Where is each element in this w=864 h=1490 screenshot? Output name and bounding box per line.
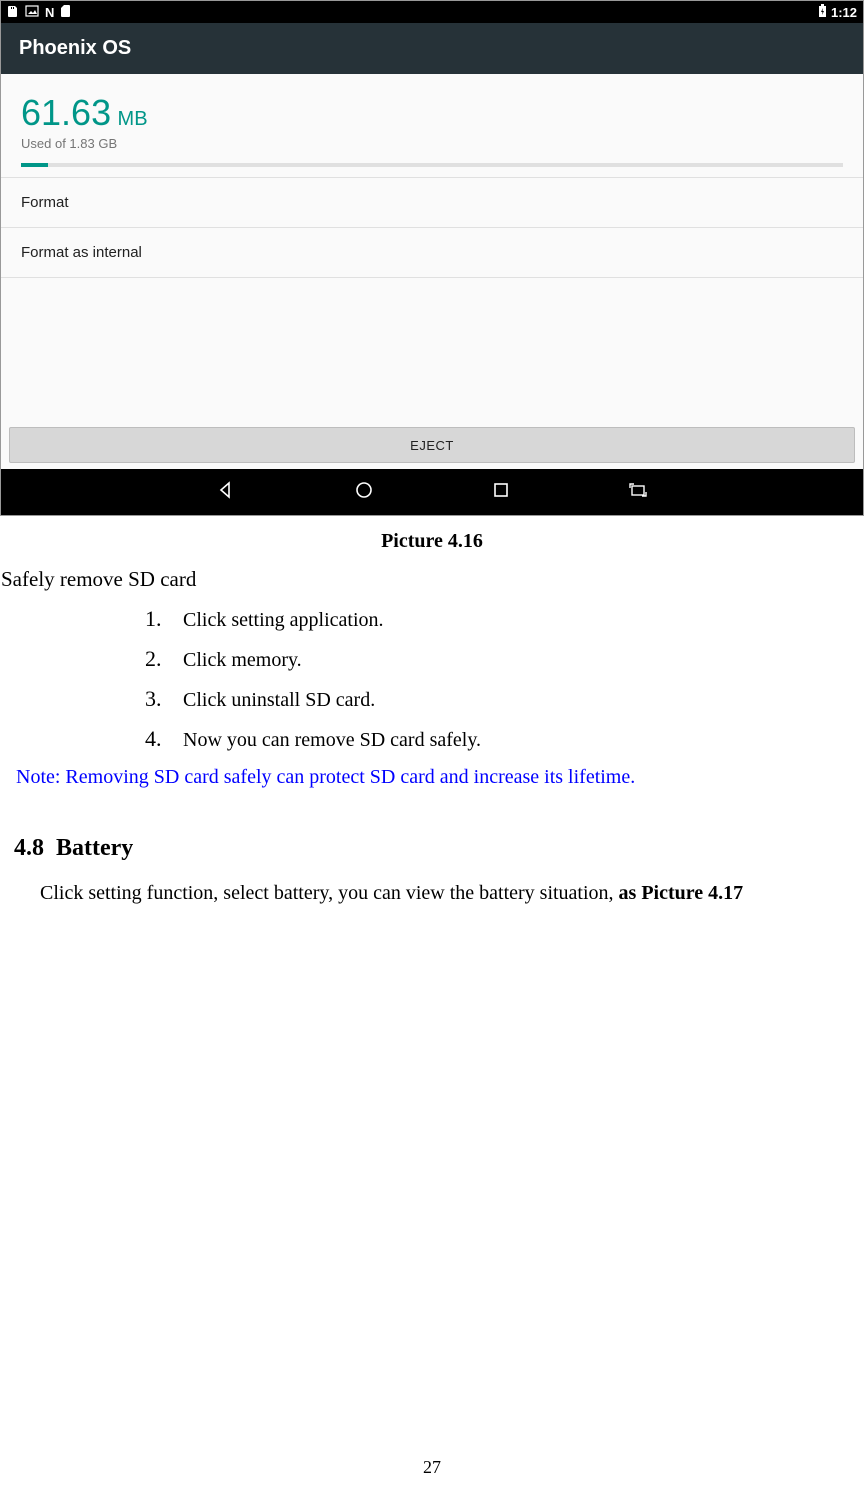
list-item: Click memory. bbox=[145, 646, 864, 672]
storage-subtext: Used of 1.83 GB bbox=[21, 136, 843, 151]
section-heading: 4.8 Battery bbox=[14, 835, 864, 862]
note-text: Note: Removing SD card safely can protec… bbox=[16, 766, 864, 789]
list-item: Now you can remove SD card safely. bbox=[145, 726, 864, 752]
eject-row: EJECT bbox=[1, 423, 863, 469]
eject-button[interactable]: EJECT bbox=[9, 427, 855, 463]
sd-heading: Safely remove SD card bbox=[1, 567, 864, 592]
status-bar: N 1:12 bbox=[1, 1, 863, 23]
empty-area bbox=[1, 278, 863, 423]
body-bold: as Picture 4.17 bbox=[619, 882, 744, 904]
n-icon: N bbox=[45, 5, 54, 20]
storage-used-value: 61.63 bbox=[21, 92, 111, 133]
battery-icon bbox=[818, 4, 827, 21]
sim-icon bbox=[60, 4, 71, 21]
figure-caption: Picture 4.16 bbox=[0, 530, 864, 553]
nav-back-icon[interactable] bbox=[217, 481, 235, 504]
section-title: Battery bbox=[56, 835, 133, 861]
format-internal-item[interactable]: Format as internal bbox=[1, 228, 863, 278]
list-item: Click setting application. bbox=[145, 606, 864, 632]
body-prefix: Click setting function, select battery, … bbox=[40, 882, 619, 904]
nav-home-icon[interactable] bbox=[355, 481, 373, 504]
section-number: 4.8 bbox=[14, 835, 44, 861]
storage-progress bbox=[21, 163, 843, 167]
document-body: Picture 4.16 Safely remove SD card Click… bbox=[0, 516, 864, 905]
app-title: Phoenix OS bbox=[19, 37, 131, 60]
app-bar: Phoenix OS bbox=[1, 23, 863, 74]
eject-button-label: EJECT bbox=[410, 438, 454, 453]
nav-recent-icon[interactable] bbox=[493, 482, 509, 503]
format-item[interactable]: Format bbox=[1, 178, 863, 228]
status-left-icons: N bbox=[7, 4, 71, 21]
nav-screenshot-icon[interactable] bbox=[629, 482, 647, 503]
page-number: 27 bbox=[0, 1457, 864, 1478]
list-item: Click uninstall SD card. bbox=[145, 686, 864, 712]
status-right: 1:12 bbox=[818, 4, 857, 21]
storage-progress-fill bbox=[21, 163, 48, 167]
storage-used-unit: MB bbox=[118, 108, 148, 130]
status-time: 1:12 bbox=[831, 5, 857, 20]
nav-bar bbox=[1, 469, 863, 515]
body-paragraph: Click setting function, select battery, … bbox=[40, 882, 864, 905]
android-screenshot: N 1:12 Phoenix OS 61.63 MB Used of 1.83 … bbox=[0, 0, 864, 516]
steps-list: Click setting application. Click memory.… bbox=[145, 606, 864, 752]
sd-card-icon bbox=[7, 4, 19, 21]
image-icon bbox=[25, 5, 39, 20]
storage-summary[interactable]: 61.63 MB Used of 1.83 GB bbox=[1, 74, 863, 178]
